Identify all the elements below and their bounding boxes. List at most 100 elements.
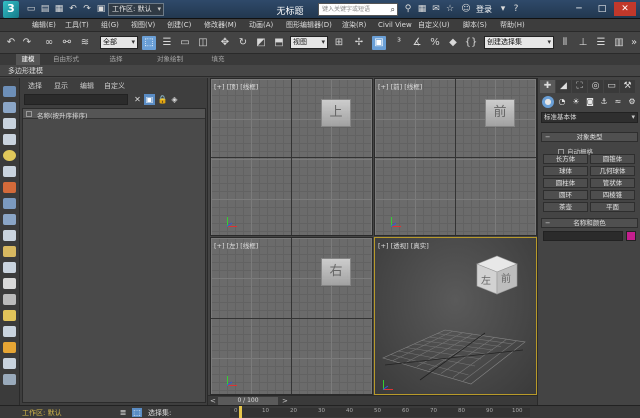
project-folder-icon[interactable]: ▣ bbox=[96, 4, 106, 14]
menu-help[interactable]: 帮助(H) bbox=[500, 20, 525, 31]
undo-icon[interactable]: ↶ bbox=[4, 36, 18, 50]
name-color-rollout[interactable]: − 名称和颜色 bbox=[541, 218, 638, 228]
display-tab-icon[interactable]: ▭ bbox=[604, 80, 619, 93]
pivot-center-icon[interactable]: ⊞ bbox=[332, 36, 346, 50]
cameras-icon[interactable]: ◙ bbox=[584, 96, 596, 108]
selection-lock-icon[interactable]: ⬚ bbox=[132, 408, 142, 417]
move-icon[interactable]: ✥ bbox=[218, 36, 232, 50]
subscription-icon[interactable]: ▦ bbox=[416, 3, 428, 15]
sort-icon[interactable] bbox=[3, 326, 16, 337]
containers-filter-icon[interactable] bbox=[3, 262, 16, 273]
geosphere-button[interactable]: 几何球体 bbox=[590, 166, 635, 176]
plane-button[interactable]: 平面 bbox=[590, 202, 635, 212]
display-all-icon[interactable] bbox=[3, 102, 16, 113]
space-warps-icon[interactable]: ≈ bbox=[612, 96, 624, 108]
rotate-icon[interactable]: ↻ bbox=[236, 36, 250, 50]
track-bar-ruler[interactable]: 0 10 20 30 40 50 60 70 80 90 100 bbox=[230, 408, 530, 417]
menu-create[interactable]: 创建(C) bbox=[167, 20, 191, 31]
clear-filter-icon[interactable]: ✕ bbox=[132, 94, 143, 105]
menu-graph-editors[interactable]: 图形编辑器(D) bbox=[286, 20, 332, 31]
login-label[interactable]: 登录 bbox=[476, 4, 492, 15]
minimize-button[interactable]: ─ bbox=[568, 2, 590, 16]
workspace-status[interactable]: 工作区: 默认 bbox=[22, 408, 62, 418]
window-crossing-icon[interactable]: ◫ bbox=[196, 36, 210, 50]
viewport-top[interactable]: [+] [顶] [线框] 上 bbox=[210, 78, 373, 236]
viewport-label[interactable]: [+] [左] [线框] bbox=[214, 240, 258, 250]
unlink-icon[interactable]: ⚯ bbox=[60, 36, 74, 50]
display-invert-icon[interactable] bbox=[3, 118, 16, 129]
layer-explorer-icon[interactable]: ☰ bbox=[594, 36, 608, 50]
menu-civil-view[interactable]: Civil View bbox=[378, 20, 412, 31]
filter-funnel-icon[interactable] bbox=[3, 310, 16, 321]
select-manipulate-icon[interactable]: ✢ bbox=[352, 36, 366, 50]
tab-populate[interactable]: 填充 bbox=[206, 54, 230, 65]
search-input[interactable]: 键入关键字或短语 ⌕ bbox=[318, 3, 398, 16]
tab-object-paint[interactable]: 对象绘制 bbox=[150, 54, 190, 65]
bind-space-warp-icon[interactable]: ≋ bbox=[78, 36, 92, 50]
new-file-icon[interactable]: ▭ bbox=[26, 4, 36, 14]
viewport-label[interactable]: [+] [前] [线框] bbox=[378, 81, 422, 91]
cameras-filter-icon[interactable] bbox=[3, 166, 16, 177]
cone-button[interactable]: 圆锥体 bbox=[590, 154, 635, 164]
helpers-icon[interactable]: ⚓ bbox=[598, 96, 610, 108]
layers-icon[interactable]: ≣ bbox=[118, 408, 128, 417]
viewcube-icon[interactable]: 右 bbox=[321, 258, 351, 286]
object-type-rollout[interactable]: − 对象类型 bbox=[541, 132, 638, 142]
hidden-filter-icon[interactable] bbox=[3, 294, 16, 305]
groups-filter-icon[interactable] bbox=[3, 214, 16, 225]
object-name-input[interactable] bbox=[543, 231, 623, 241]
menu-views[interactable]: 视图(V) bbox=[131, 20, 155, 31]
dropdown-arrow-icon[interactable]: ▾ bbox=[497, 3, 509, 15]
star-icon[interactable]: ☆ bbox=[444, 3, 456, 15]
scale-icon[interactable]: ◩ bbox=[254, 36, 268, 50]
frozen-filter-icon[interactable] bbox=[3, 278, 16, 289]
workspace-select[interactable]: 工作区: 默认 bbox=[108, 3, 164, 16]
display-none-icon[interactable] bbox=[3, 86, 16, 97]
tab-selection[interactable]: 选择 bbox=[104, 54, 128, 65]
tube-button[interactable]: 管状体 bbox=[590, 178, 635, 188]
communication-icon[interactable]: ✉ bbox=[430, 3, 442, 15]
teapot-button[interactable]: 茶壶 bbox=[543, 202, 588, 212]
lights-filter-icon[interactable] bbox=[3, 150, 16, 161]
reference-coord-select[interactable]: 视图 bbox=[290, 36, 328, 49]
lights-icon[interactable]: ☀ bbox=[570, 96, 582, 108]
menu-group[interactable]: 组(G) bbox=[101, 20, 119, 31]
xrefs-filter-icon[interactable] bbox=[3, 230, 16, 241]
menu-rendering[interactable]: 渲染(R) bbox=[342, 20, 366, 31]
undo-icon[interactable]: ↶ bbox=[68, 4, 78, 14]
se-menu-customize[interactable]: 自定义 bbox=[104, 81, 125, 91]
tab-modeling[interactable]: 建模 bbox=[16, 54, 40, 65]
redo-icon[interactable]: ↷ bbox=[82, 4, 92, 14]
space-warps-filter-icon[interactable] bbox=[3, 198, 16, 209]
viewcube-icon[interactable]: 前 bbox=[485, 99, 515, 127]
se-menu-edit[interactable]: 编辑 bbox=[80, 81, 94, 91]
name-column-header[interactable]: 名称(按升序排序) bbox=[37, 110, 88, 120]
menu-animation[interactable]: 动画(A) bbox=[249, 20, 273, 31]
header-check-icon[interactable] bbox=[26, 111, 32, 117]
scene-filter-input[interactable] bbox=[24, 94, 128, 105]
layer-icon[interactable] bbox=[3, 374, 16, 385]
viewcube-icon[interactable]: 左 前 bbox=[473, 252, 521, 296]
motion-tab-icon[interactable]: ◎ bbox=[588, 80, 603, 93]
systems-icon[interactable]: ⚙ bbox=[626, 96, 638, 108]
time-slider-thumb[interactable]: 0 / 100 bbox=[218, 397, 278, 405]
toolbar-more-icon[interactable]: » bbox=[627, 36, 640, 50]
polygon-modeling-label[interactable]: 多边形建模 bbox=[8, 66, 43, 76]
viewport-label[interactable]: [+] [顶] [线框] bbox=[214, 81, 258, 91]
percent-snap-icon[interactable]: % bbox=[428, 36, 442, 50]
sphere-button[interactable]: 球体 bbox=[543, 166, 588, 176]
select-object-icon[interactable]: ⬚ bbox=[142, 36, 156, 50]
modify-tab-icon[interactable]: ◢ bbox=[556, 80, 571, 93]
helpers-filter-icon[interactable] bbox=[3, 182, 16, 193]
select-children-icon[interactable]: ▣ bbox=[144, 94, 155, 105]
angle-snap-icon[interactable]: ∡ bbox=[410, 36, 424, 50]
edit-named-sets-icon[interactable]: {} bbox=[464, 36, 478, 50]
menu-tools[interactable]: 工具(T) bbox=[65, 20, 89, 31]
spinner-snap-icon[interactable]: ◆ bbox=[446, 36, 460, 50]
save-icon[interactable]: ▦ bbox=[54, 4, 64, 14]
highlight-icon[interactable]: ◈ bbox=[169, 94, 180, 105]
shapes-icon[interactable]: ◔ bbox=[556, 96, 568, 108]
viewcube-icon[interactable]: 上 bbox=[321, 99, 351, 127]
viewport-left[interactable]: [+] [左] [线框] 右 bbox=[210, 237, 373, 395]
current-frame-marker[interactable] bbox=[239, 406, 242, 418]
